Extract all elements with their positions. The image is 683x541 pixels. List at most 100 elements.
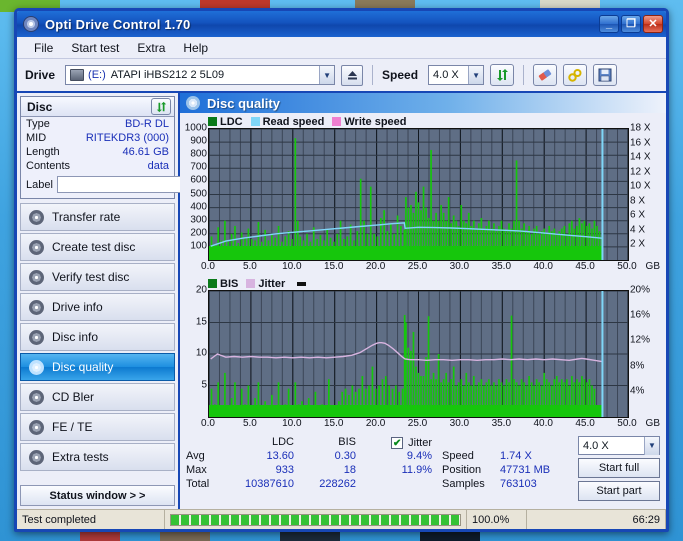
sidebar-item-disc-info[interactable]: Disc info [20,323,175,351]
tools-button[interactable] [563,64,588,86]
page-title: Disc quality [207,95,280,111]
sidebar-item-drive-info[interactable]: Drive info [20,293,175,321]
erase-button[interactable] [533,64,558,86]
progress-cell [165,510,467,529]
axis-tick-label: 8% [630,360,645,372]
ldc-plot-row: 100 200 300 400 500 600 700 800 900 1000 2 X 4 X 6 … [184,123,662,261]
minimize-icon: _ [605,17,613,30]
axis-tick-label: 0.0 [201,418,215,429]
disc-transfer-icon [29,209,44,225]
status-window-button[interactable]: Status window > > [20,485,175,506]
axis-tick-label: 500 [190,188,207,199]
bis-plot [208,290,629,418]
disc-quality-icon [29,359,44,375]
disc-row-mid: MID RITEKDR3 (000) [21,131,174,145]
axis-tick-label: 600 [190,174,207,186]
axis-tick-label: 6 X [630,209,646,221]
axis-tick-label: 45.0 [575,261,595,272]
close-icon: ✕ [648,17,658,30]
axis-tick-label: 200 [190,227,207,239]
chevron-down-icon[interactable]: ▼ [468,66,484,84]
save-button[interactable] [593,64,618,86]
sidebar-item-cd-bler[interactable]: CD Bler [20,383,175,411]
disc-verify-icon [29,269,44,285]
disc-bler-icon [29,389,44,405]
sidebar-item-verify-test-disc[interactable]: Verify test disc [20,263,175,291]
axis-tick-label: 20.0 [365,418,386,429]
jitter-checkbox[interactable]: ✔ [391,437,404,449]
status-time: 66:29 [527,510,666,529]
disc-refresh-button[interactable] [151,98,171,115]
stats-bis-total: 228262 [319,478,356,490]
stats-info-key: Speed [442,450,474,462]
menu-item-file[interactable]: File [25,39,62,57]
title-bar[interactable]: Opti Drive Control 1.70 _ ❐ ✕ [17,11,666,37]
disc-create-icon [29,239,44,255]
legend-label: LDC [220,115,243,128]
toolbar-separator [523,65,525,85]
refresh-button[interactable] [490,64,515,86]
ldc-y-axis: 100 200 300 400 500 600 700 800 900 1000 [184,123,208,261]
sidebar-item-label: Create test disc [52,240,136,254]
disc-row-value: RITEKDR3 (000) [85,132,169,144]
maximize-button[interactable]: ❐ [621,15,641,33]
stats-ldc-max: 933 [275,464,294,476]
axis-unit-label: GB [645,418,660,429]
test-speed-select[interactable]: 4.0 X ▼ [578,436,660,455]
disc-row-contents: Contents data [21,159,174,173]
menu-item-help[interactable]: Help [174,39,217,57]
stats-bis-avg: 0.30 [334,450,356,462]
axis-tick-label: 50.0 [617,418,637,429]
eject-button[interactable] [341,64,364,86]
sidebar-item-label: FE / TE [52,420,93,434]
speed-select[interactable]: 4.0 X ▼ [428,65,485,85]
axis-tick-label: 30.0 [449,261,470,272]
sidebar-item-transfer-rate[interactable]: Transfer rate [20,203,175,231]
disc-fete-icon [29,419,44,435]
axis-tick-label: 2 X [630,238,646,250]
axis-tick-label: 10 X [630,180,651,192]
close-button[interactable]: ✕ [643,15,663,33]
axis-tick-label: 40.0 [533,418,553,429]
drive-select[interactable]: (E:) ATAPI iHBS212 2 5L09 ▼ [65,65,336,85]
bis-plot-row: 5 10 15 20 4% 8% 12% 16% 20% [184,285,662,418]
stats-header-ldc: LDC [271,436,294,448]
axis-tick-label: 5.0 [242,418,257,429]
legend-label: Jitter [258,277,286,290]
maximize-icon: ❐ [626,17,636,30]
axis-tick-label: 15.0 [323,418,344,429]
menu-item-start-test[interactable]: Start test [62,39,128,57]
disc-drive-icon [29,299,44,315]
legend-entry-bis: BIS [208,278,238,290]
menu-item-extra[interactable]: Extra [128,39,174,57]
actions-panel: 4.0 X ▼ Start full Start part [578,436,660,501]
sidebar-item-fe-te[interactable]: FE / TE [20,413,175,441]
sidebar-item-disc-quality[interactable]: Disc quality [20,353,175,381]
axis-tick-label: 800 [190,148,207,160]
ldc-x-axis: 0.0 5.0 10.0 15.0 20.0 25.0 30.0 35.0 40.0 45.0 50… [201,261,660,275]
chevron-down-icon[interactable]: ▼ [644,436,659,455]
jitter-header-row: ✔ Jitter [356,436,432,450]
tools-icon [567,69,582,82]
legend-swatch [208,117,217,126]
start-part-button[interactable]: Start part [578,481,660,501]
ldc-y2-axis-speed: 2 X 4 X 6 X 8 X 10 X 12 X 14 X 16 X 18 X [629,123,662,261]
sidebar-item-create-test-disc[interactable]: Create test disc [20,233,175,261]
axis-tick-label: 20 [195,284,207,296]
axis-tick-label: 10.0 [282,261,302,272]
disc-row-key: Type [26,118,50,130]
start-full-button[interactable]: Start full [578,458,660,478]
sidebar-item-label: Verify test disc [52,270,130,284]
sidebar-item-extra-tests[interactable]: Extra tests [20,443,175,471]
disc-panel-header: Disc [21,97,174,117]
minimize-button[interactable]: _ [599,15,619,33]
stats-jitter-max: 11.9% [401,464,432,476]
bis-chart-block: BIS Jitter 5 10 15 20 4% 8% 12% 16% 20% 0.0 5.0 1… [180,275,666,432]
axis-tick-label: 18 X [630,122,651,134]
window-title: Opti Drive Control 1.70 [45,16,191,32]
window-buttons: _ ❐ ✕ [599,15,663,33]
axis-unit-label: GB [645,261,660,272]
bis-x-axis: 0.0 5.0 10.0 15.0 20.0 25.0 30.0 35.0 40.0 45.0 50… [201,418,660,432]
disc-row-length: Length 46.61 GB [21,145,174,159]
chevron-down-icon[interactable]: ▼ [319,66,335,84]
